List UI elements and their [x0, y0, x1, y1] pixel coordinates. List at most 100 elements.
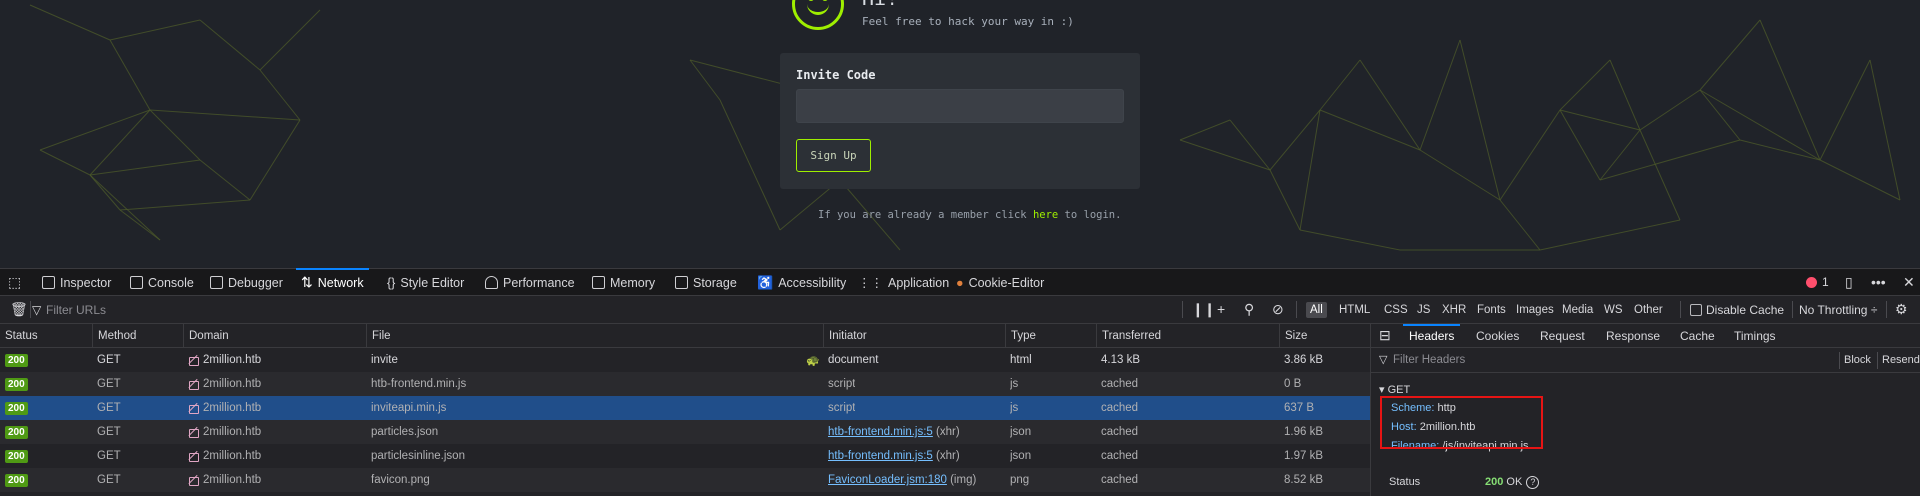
block-icon[interactable]: ⊘ [1272, 301, 1284, 317]
domain-text: 2million.htb [203, 378, 262, 390]
initiator-kind: (img) [946, 474, 977, 486]
filter-icon: ▽ [32, 302, 42, 317]
file-cell: inviteapi.min.js [371, 402, 447, 414]
method-cell: GET [97, 354, 121, 366]
block-button[interactable]: Block [1839, 352, 1875, 369]
invite-code-input[interactable] [796, 89, 1124, 123]
status-value: 200 OK? [1485, 476, 1540, 489]
col-size[interactable]: Size [1279, 324, 1370, 348]
tab-performance[interactable]: Performance [485, 269, 575, 296]
type-filter-all[interactable]: All [1306, 302, 1327, 318]
initiator-link[interactable]: FaviconLoader.jsm:180 [828, 474, 947, 486]
col-domain[interactable]: Domain [183, 324, 366, 348]
request-table: Status Method Domain File Initiator Type… [0, 324, 1370, 496]
size-cell: 637 B [1284, 402, 1315, 414]
sign-up-button[interactable]: Sign Up [796, 139, 871, 172]
login-link[interactable]: here [1033, 209, 1058, 221]
table-row[interactable]: 200 GET 2million.htb favicon.png FaviconLoad… [0, 468, 1370, 492]
help-icon[interactable]: ? [1526, 476, 1540, 489]
col-type[interactable]: Type [1005, 324, 1096, 348]
throttling-select[interactable]: No Throttling ÷ [1799, 296, 1877, 323]
col-initiator[interactable]: Initiator [823, 324, 1005, 348]
type-filter-other[interactable]: Other [1630, 302, 1667, 318]
invite-form: Invite Code Sign Up [780, 53, 1140, 189]
settings-gear-icon[interactable]: ⚙ [1895, 301, 1908, 317]
transferred-cell: cached [1101, 450, 1139, 462]
type-filter-css[interactable]: CSS [1380, 302, 1412, 318]
details-tab-response[interactable]: Response [1606, 324, 1660, 348]
web-page: Hi! Feel free to hack your way in :) Inv… [0, 0, 1920, 268]
tab-label: Inspector [60, 275, 112, 290]
table-row[interactable]: 200 GET 2million.htb particlesinline.json ht… [0, 444, 1370, 468]
tab-inspector[interactable]: Inspector [42, 269, 111, 296]
error-count-badge[interactable]: 1 [1806, 275, 1829, 289]
details-tab-request[interactable]: Request [1540, 324, 1585, 348]
initiator-cell: FaviconLoader.jsm:180 (img) [828, 468, 976, 492]
filter-urls-input[interactable]: Filter URLs [46, 296, 106, 323]
table-row[interactable]: 200 GET 2million.htb invite 🐢 document html 4.1… [0, 348, 1370, 372]
devtools-panel: ⬚ Inspector Console Debugger ⇅ Network {}… [0, 268, 1920, 496]
details-tab-timings[interactable]: Timings [1734, 324, 1776, 348]
col-transferred[interactable]: Transferred [1096, 324, 1279, 348]
status-cell: 200 [5, 396, 28, 420]
domain-cell: 2million.htb [188, 444, 261, 468]
tab-memory[interactable]: Memory [592, 269, 655, 296]
element-picker-icon[interactable]: ⬚ [8, 274, 21, 290]
status-label: Status [1389, 476, 1421, 488]
type-filter-html[interactable]: HTML [1335, 302, 1374, 318]
pause-icon[interactable]: ❙❙ [1192, 301, 1215, 317]
tab-style-editor[interactable]: {} Style Editor [387, 269, 464, 296]
disable-cache-toggle[interactable]: Disable Cache [1690, 296, 1784, 323]
method-cell: GET [97, 426, 121, 438]
type-filter-images[interactable]: Images [1512, 302, 1558, 318]
status-badge: 200 [5, 450, 28, 463]
details-tab-cache[interactable]: Cache [1680, 324, 1715, 348]
table-row[interactable]: 200 GET 2million.htb inviteapi.min.js script… [0, 396, 1370, 420]
filter-headers-bar: ▽ Filter Headers Block Resend [1371, 348, 1920, 373]
tab-label: Application [888, 275, 950, 290]
close-icon[interactable]: ✕ [1903, 274, 1915, 290]
inspector-icon [42, 276, 55, 289]
type-cell: json [1010, 450, 1032, 462]
tab-application[interactable]: ⋮⋮ Application [858, 269, 949, 296]
trash-icon[interactable]: 🗑 [10, 301, 28, 317]
type-filter-ws[interactable]: WS [1600, 302, 1627, 318]
initiator-link[interactable]: htb-frontend.min.js:5 [828, 450, 933, 462]
tab-console[interactable]: Console [130, 269, 194, 296]
transferred-cell: cached [1101, 426, 1139, 438]
size-cell: 1.97 kB [1284, 450, 1323, 462]
tab-debugger[interactable]: Debugger [210, 269, 283, 296]
resend-button[interactable]: Resend [1877, 352, 1920, 369]
more-options-icon[interactable]: ••• [1871, 274, 1886, 290]
initiator-link[interactable]: htb-frontend.min.js:5 [828, 426, 933, 438]
col-method[interactable]: Method [92, 324, 183, 348]
type-cell: js [1010, 402, 1019, 414]
type-filter-js[interactable]: JS [1413, 302, 1434, 318]
tab-label: Memory [610, 275, 656, 290]
size-cell: 1.96 kB [1284, 426, 1323, 438]
dock-side-icon[interactable]: ▯ [1845, 274, 1853, 290]
filter-icon: ▽ [1379, 354, 1388, 366]
filter-headers-input[interactable]: Filter Headers [1393, 348, 1465, 373]
details-tab-headers[interactable]: Headers [1402, 324, 1461, 348]
col-file[interactable]: File [366, 324, 823, 348]
toggle-sidebar-icon[interactable]: ⊟ [1379, 327, 1391, 343]
method-cell: GET [97, 450, 121, 462]
tab-accessibility[interactable]: ♿ Accessibility [757, 269, 846, 296]
transferred-cell: cached [1101, 378, 1139, 390]
type-filter-fonts[interactable]: Fonts [1473, 302, 1510, 318]
table-row[interactable]: 200 GET 2million.htb particles.json htb-fron… [0, 420, 1370, 444]
details-tab-cookies[interactable]: Cookies [1476, 324, 1519, 348]
tab-storage[interactable]: Storage [675, 269, 737, 296]
type-filter-xhr[interactable]: XHR [1438, 302, 1470, 318]
add-icon[interactable]: + [1217, 301, 1225, 317]
type-filter-media[interactable]: Media [1558, 302, 1597, 318]
file-cell: invite [371, 354, 398, 366]
storage-icon [675, 276, 688, 289]
col-status[interactable]: Status [0, 324, 38, 348]
table-row[interactable]: 200 GET 2million.htb htb-frontend.min.js scr… [0, 372, 1370, 396]
request-summary-toggle[interactable]: ▾ GET [1379, 383, 1410, 396]
tab-cookie-editor[interactable]: ● Cookie-Editor [956, 269, 1044, 296]
tab-network[interactable]: ⇅ Network [296, 268, 369, 296]
search-icon[interactable]: ⚲ [1244, 301, 1254, 317]
